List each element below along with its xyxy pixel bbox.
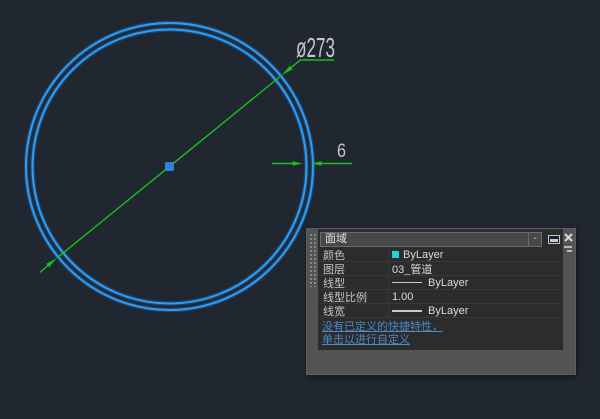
property-value-text: ByLayer [428,277,468,289]
lineweight-sample-icon [392,310,422,312]
options-bar [564,246,572,248]
property-value-text: ByLayer [403,249,443,261]
close-icon[interactable] [563,232,574,243]
diameter-dimension[interactable]: ø273 [40,32,335,273]
panel-titlebar: 面域 - [318,229,563,248]
color-swatch-icon [392,251,399,258]
quick-properties-content: 面域 - 颜色 ByLayer 图层 03_管道 [318,229,563,350]
property-label-lineweight: 线宽 [318,303,388,319]
cad-viewport: { "canvas": { "entity": "pipe-section-ci… [0,0,600,419]
property-value-linetype-scale[interactable]: 1.00 [388,290,563,303]
customize-button[interactable] [545,232,562,247]
property-value-text: 03_管道 [392,262,432,275]
click-to-customize-link[interactable]: 单击以进行自定义 [322,334,558,347]
dimension-tail [40,266,48,273]
property-value-text: 1.00 [392,291,413,303]
property-value-color[interactable]: ByLayer [388,248,563,261]
panel-right-strip [561,229,575,376]
drag-dots-handle[interactable] [309,233,317,287]
customize-link-block: 没有已定义的快捷特性， 单击以进行自定义 [318,318,563,347]
entity-type-combobox[interactable]: 面域 - [320,232,542,247]
diameter-dimension-text[interactable]: ø273 [296,32,335,63]
center-grip-handle[interactable] [166,163,174,171]
linetype-sample-icon [392,282,422,283]
monitor-icon [548,235,560,244]
arrowhead-left-icon [293,161,303,166]
property-value-layer[interactable]: 03_管道 [388,262,563,275]
property-value-lineweight[interactable]: ByLayer [388,304,563,317]
options-icon[interactable] [564,246,572,254]
property-value-linetype[interactable]: ByLayer [388,276,563,289]
options-bar [567,250,572,252]
property-row-lineweight: 线宽 ByLayer [318,304,563,318]
property-value-text: ByLayer [428,305,468,317]
panel-title: 面域 [321,233,528,246]
combobox-dropdown-icon[interactable]: - [528,233,541,246]
thickness-dimension-text[interactable]: 6 [337,141,346,162]
property-grid: 颜色 ByLayer 图层 03_管道 线型 ByLayer [318,248,563,318]
quick-properties-panel: 面域 - 颜色 ByLayer 图层 03_管道 [306,228,576,375]
no-quick-properties-link[interactable]: 没有已定义的快捷特性， [322,321,558,334]
